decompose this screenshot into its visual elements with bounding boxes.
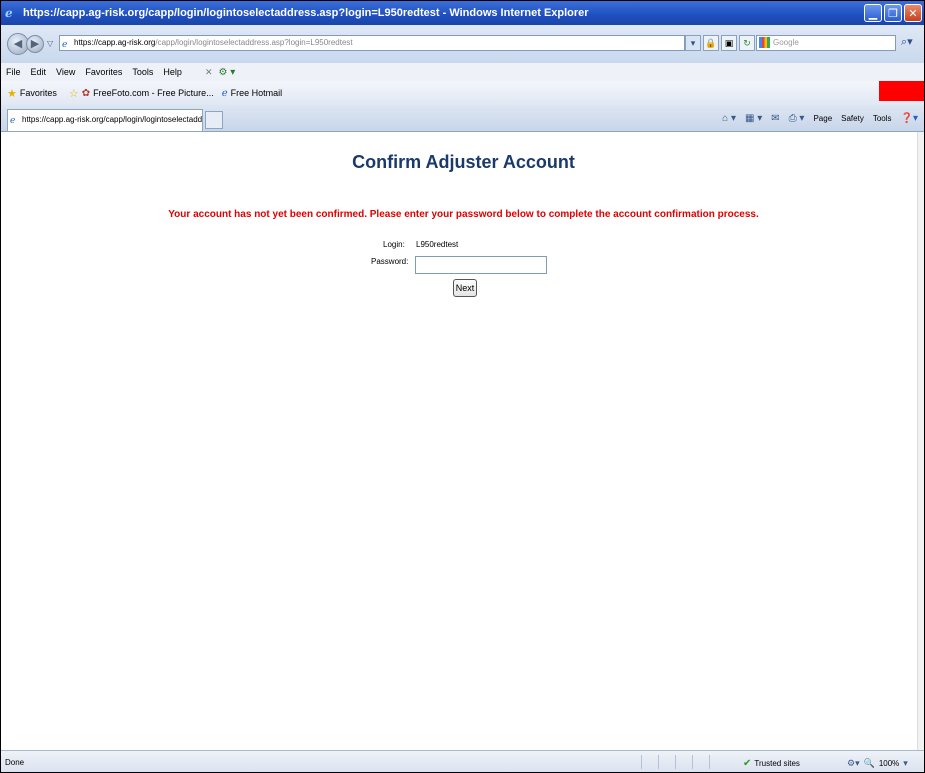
security-zone[interactable]: ✔ Trusted sites [743, 758, 800, 769]
vertical-scrollbar[interactable] [917, 132, 924, 750]
confirmation-notice: Your account has not yet been confirmed.… [168, 209, 759, 220]
close-icon[interactable]: ✕ [904, 4, 922, 22]
favorites-bar: ★ Favorites ☆ ✿ FreeFoto.com - Free Pict… [1, 81, 924, 106]
address-path: /capp/login/logintoselectaddress.asp?log… [155, 38, 353, 47]
safety-menu[interactable]: Safety [841, 114, 864, 123]
close-toolbar-icon[interactable]: ✕ [205, 67, 213, 78]
freefoto-icon: ✿ [81, 87, 91, 99]
favorite-link-freefoto[interactable]: ✿ FreeFoto.com - Free Picture... [82, 88, 214, 99]
zoom-control[interactable]: ⚙▾ 🔍 100% ▾ [847, 758, 908, 769]
search-provider-icon [759, 37, 770, 48]
status-pane [658, 755, 675, 769]
ie-logo-icon: ℯ [5, 6, 13, 20]
menu-edit[interactable]: Edit [26, 67, 52, 77]
page-menu[interactable]: Page [813, 114, 832, 123]
page-content: Confirm Adjuster Account Your account ha… [1, 132, 924, 750]
status-text: Done [5, 758, 25, 767]
browser-window: ℯ https://capp.ag-risk.org/capp/login/lo… [0, 0, 925, 773]
compatibility-view-icon[interactable]: ▣ [721, 35, 737, 51]
status-pane [692, 755, 709, 769]
status-panes [641, 755, 726, 769]
tab-active[interactable]: ℯ https://capp.ag-risk.org/capp/login/lo… [7, 109, 203, 131]
page-title: Confirm Adjuster Account [352, 152, 575, 172]
protected-mode-icon[interactable]: ⚙▾ [847, 758, 860, 769]
tab-page-icon: ℯ [10, 115, 16, 125]
recent-pages-dropdown-icon[interactable]: ▽ [47, 39, 53, 48]
minimize-icon[interactable]: ▁ [864, 4, 882, 22]
command-bar: ⌂ ▾ ▦ ▾ ✉ ⎙ ▾ Page Safety Tools ❓▾ [722, 113, 918, 124]
next-button[interactable]: Next [453, 279, 477, 297]
menu-view[interactable]: View [51, 67, 80, 77]
print-icon[interactable]: ⎙ ▾ [789, 113, 805, 124]
zoom-icon: 🔍 [863, 758, 875, 768]
help-icon[interactable]: ❓▾ [901, 113, 918, 124]
menu-file[interactable]: File [1, 67, 26, 77]
zone-label: Trusted sites [754, 759, 800, 768]
redaction-block [879, 81, 924, 101]
tab-title: https://capp.ag-risk.org/capp/login/logi… [22, 115, 203, 124]
favorite-link-label: FreeFoto.com - Free Picture... [93, 88, 214, 98]
favorites-star-icon[interactable]: ★ [7, 87, 17, 100]
search-icon[interactable]: ⌕▾ [901, 35, 913, 49]
zoom-level: 100% [878, 759, 900, 768]
feeds-icon[interactable]: ▦ ▾ [745, 113, 762, 124]
favorite-link-label: Free Hotmail [230, 88, 283, 98]
menu-bar: File Edit View Favorites Tools Help ✕ ⚙ … [1, 63, 924, 82]
new-tab-button[interactable] [205, 111, 223, 129]
tab-bar: ℯ https://capp.ag-risk.org/capp/login/lo… [1, 105, 924, 132]
search-placeholder: Google [773, 38, 799, 47]
page-icon: ℯ [62, 39, 68, 49]
status-pane [709, 755, 726, 769]
title-bar: ℯ https://capp.ag-risk.org/capp/login/lo… [1, 1, 924, 25]
status-pane [675, 755, 692, 769]
menu-tools[interactable]: Tools [127, 67, 158, 77]
status-bar: Done ✔ Trusted sites ⚙▾ 🔍 100% ▾ [1, 750, 924, 772]
mail-icon[interactable]: ✉ [771, 113, 779, 124]
addon-icon[interactable]: ⚙ ▾ [218, 67, 235, 78]
lock-icon[interactable]: 🔒 [703, 35, 719, 51]
navigation-bar: ◀ ▶ ▽ ℯ https://capp.ag-risk.org/capp/lo… [1, 25, 924, 64]
menu-help[interactable]: Help [158, 67, 187, 77]
refresh-icon[interactable]: ↻ [739, 35, 755, 51]
add-favorite-icon[interactable]: ☆ [69, 87, 79, 100]
password-field[interactable] [415, 256, 547, 274]
status-pane [641, 755, 658, 769]
home-icon[interactable]: ⌂ ▾ [722, 113, 736, 124]
login-label: Login: [383, 240, 405, 249]
search-input[interactable]: Google [756, 35, 896, 51]
login-value: L950redtest [416, 240, 459, 249]
hotmail-icon: ℯ [221, 87, 228, 99]
address-host: capp.ag-risk.org [98, 38, 156, 47]
tools-menu[interactable]: Tools [873, 114, 892, 123]
favorite-link-hotmail[interactable]: ℯ Free Hotmail [222, 88, 282, 99]
window-title: https://capp.ag-risk.org/capp/login/logi… [23, 7, 589, 19]
address-scheme: https:// [74, 38, 99, 47]
checkmark-icon: ✔ [743, 758, 752, 769]
address-dropdown-icon[interactable]: ▾ [685, 35, 701, 51]
forward-icon[interactable]: ▶ [26, 35, 44, 53]
menu-favorites[interactable]: Favorites [80, 67, 127, 77]
password-label: Password: [371, 257, 409, 266]
maximize-icon[interactable]: ❐ [884, 4, 902, 22]
zoom-dropdown-icon[interactable]: ▾ [903, 758, 908, 769]
address-bar[interactable]: ℯ https://capp.ag-risk.org/capp/login/lo… [59, 35, 685, 51]
favorites-button[interactable]: Favorites [20, 88, 57, 98]
window-controls: ▁ ❐ ✕ [864, 4, 922, 22]
